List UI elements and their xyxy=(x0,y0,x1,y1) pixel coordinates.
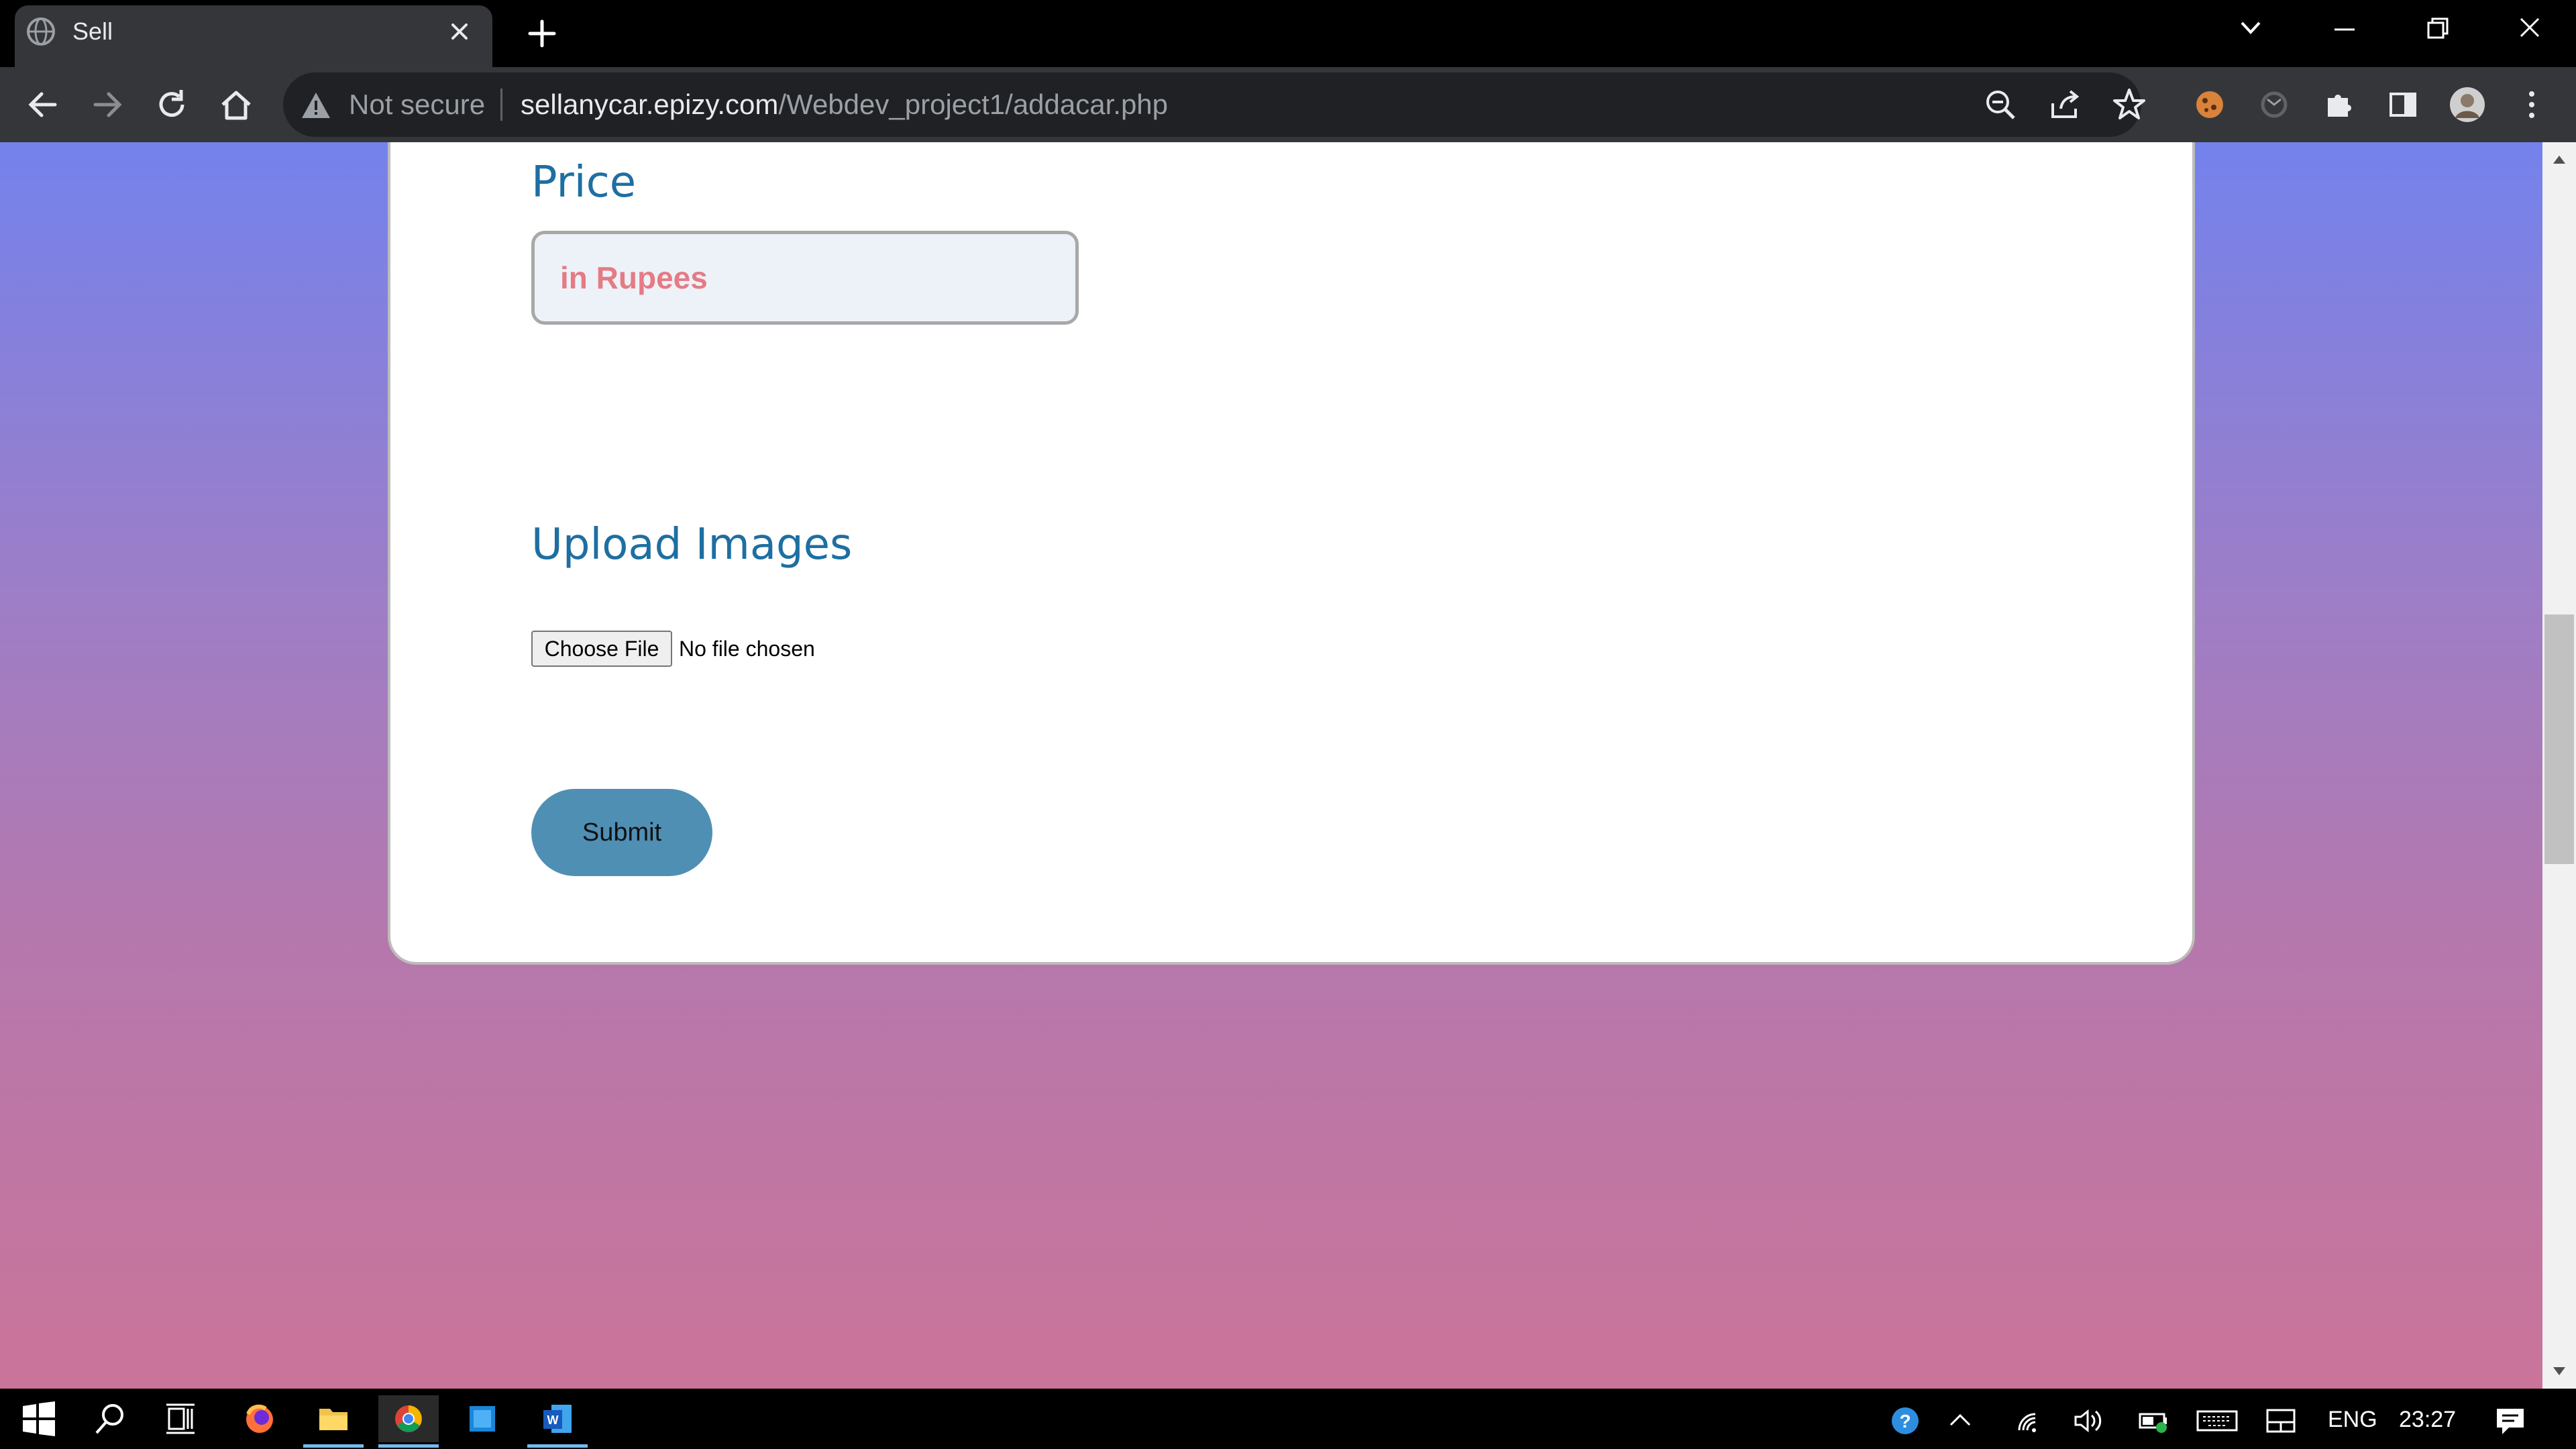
chrome-icon[interactable] xyxy=(378,1395,439,1448)
submit-button[interactable]: Submit xyxy=(531,789,712,876)
keyboard-icon[interactable] xyxy=(2194,1402,2241,1440)
scrollbar-thumb[interactable] xyxy=(2544,614,2574,864)
upload-images-label: Upload Images xyxy=(531,520,853,570)
new-tab-icon[interactable] xyxy=(523,15,561,52)
svg-text:W: W xyxy=(547,1413,559,1427)
scroll-down-arrow-icon[interactable] xyxy=(2549,1363,2569,1379)
chevron-up-icon[interactable] xyxy=(1941,1402,1979,1440)
price-input[interactable] xyxy=(531,231,1079,325)
battery-icon[interactable] xyxy=(2136,1402,2174,1440)
notifications-icon[interactable] xyxy=(2490,1401,2530,1441)
file-explorer-icon[interactable] xyxy=(303,1395,364,1448)
wifi-icon[interactable] xyxy=(2011,1402,2049,1440)
url-host: sellanycar.epizy.com xyxy=(521,89,779,120)
active-indicator xyxy=(378,1444,439,1448)
home-icon[interactable] xyxy=(216,85,256,125)
minimize-icon[interactable] xyxy=(2321,12,2368,46)
search-icon[interactable] xyxy=(86,1395,133,1442)
store-app-icon[interactable] xyxy=(459,1395,506,1442)
tab-title: Sell xyxy=(72,17,113,45)
url-text[interactable]: sellanycar.epizy.com/Webdev_project1/add… xyxy=(521,86,1168,123)
back-icon[interactable] xyxy=(23,85,63,125)
page-viewport: Price Upload Images Choose File No file … xyxy=(0,142,2542,1389)
svg-text:?: ? xyxy=(1899,1411,1911,1432)
close-window-icon[interactable] xyxy=(2506,12,2553,46)
file-status-text: No file chosen xyxy=(679,637,815,661)
price-label: Price xyxy=(531,158,637,207)
word-icon[interactable]: W xyxy=(527,1395,588,1448)
side-panel-icon[interactable] xyxy=(2383,85,2423,125)
help-icon[interactable]: ? xyxy=(1886,1402,1924,1440)
forward-icon[interactable] xyxy=(87,85,127,125)
menu-kebab-icon[interactable] xyxy=(2512,85,2552,125)
warning-icon[interactable] xyxy=(299,89,333,122)
task-view-icon[interactable] xyxy=(157,1395,204,1442)
profile-avatar-icon[interactable] xyxy=(2447,85,2487,125)
close-tab-icon[interactable] xyxy=(443,15,476,48)
language-indicator[interactable]: ENG xyxy=(2328,1405,2377,1434)
scroll-up-arrow-icon[interactable] xyxy=(2549,152,2569,168)
share-icon[interactable] xyxy=(2045,85,2085,125)
clock[interactable]: 23:27 xyxy=(2399,1405,2456,1434)
reload-icon[interactable] xyxy=(152,85,192,125)
volume-icon[interactable] xyxy=(2069,1402,2106,1440)
extensions-puzzle-icon[interactable] xyxy=(2318,85,2359,125)
omnibox-divider xyxy=(500,89,502,121)
bookmark-star-icon[interactable] xyxy=(2109,85,2149,125)
firefox-icon[interactable] xyxy=(236,1395,283,1442)
running-indicator xyxy=(303,1444,364,1448)
choose-file-button[interactable]: Choose File xyxy=(531,631,672,667)
security-label[interactable]: Not secure xyxy=(349,86,485,123)
tab-search-icon[interactable] xyxy=(2227,12,2274,46)
globe-icon xyxy=(25,16,56,47)
tablet-mode-icon[interactable] xyxy=(2262,1402,2300,1440)
sync-extension-icon[interactable] xyxy=(2254,85,2294,125)
zoom-out-icon[interactable] xyxy=(1980,85,2021,125)
windows-start-icon[interactable] xyxy=(15,1395,62,1442)
restore-icon[interactable] xyxy=(2414,12,2461,46)
running-indicator xyxy=(527,1444,588,1448)
cookie-extension-icon[interactable] xyxy=(2190,85,2230,125)
url-path: /Webdev_project1/addacar.php xyxy=(778,89,1169,120)
